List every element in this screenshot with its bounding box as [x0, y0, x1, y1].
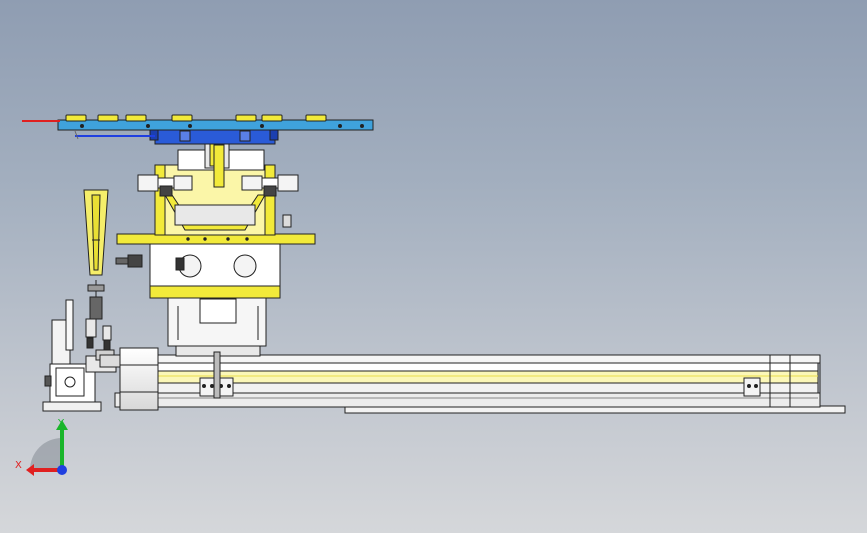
servo-motor [99, 347, 159, 411]
feed-funnel [83, 189, 109, 276]
carriage-housing [115, 243, 281, 299]
x-axis-label: X [15, 460, 22, 471]
y-axis-label: Y [57, 418, 65, 429]
cad-drawing[interactable]: X Y [0, 0, 867, 533]
z-axis-dot [57, 465, 67, 475]
cad-viewport[interactable]: X Y [0, 0, 867, 533]
sensor-stack [85, 280, 112, 351]
